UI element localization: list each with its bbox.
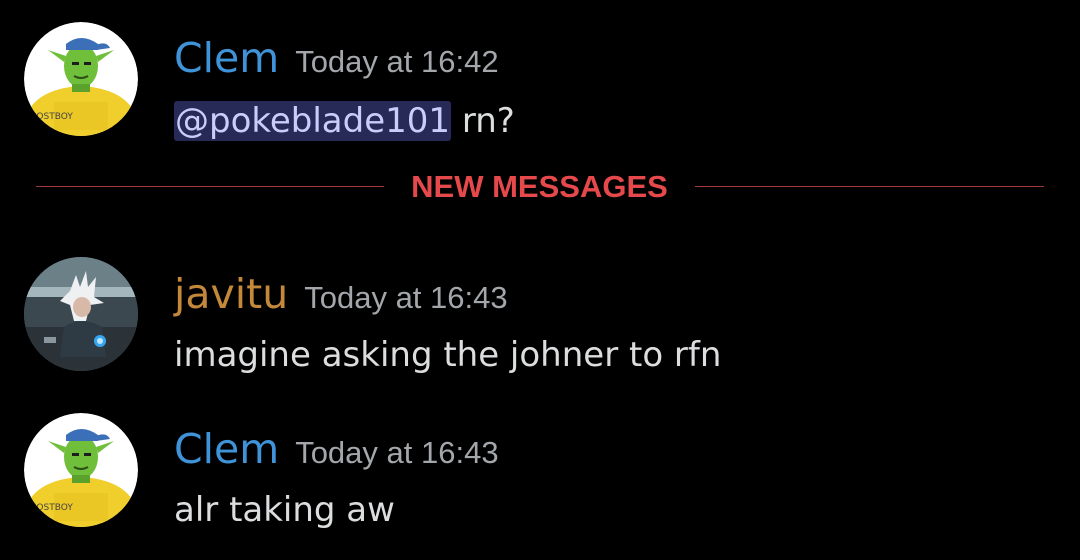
message-header: Clem Today at 16:42 (174, 34, 499, 82)
message-text: rn? (451, 101, 515, 141)
message-content: @pokeblade101 rn? (174, 101, 515, 141)
user-avatar[interactable] (24, 257, 138, 371)
new-messages-label: NEW MESSAGES (411, 169, 668, 204)
user-avatar[interactable]: POSTBOY (24, 413, 138, 527)
user-mention[interactable]: @pokeblade101 (174, 101, 452, 141)
author-name[interactable]: Clem (174, 425, 279, 473)
author-name[interactable]: Clem (174, 34, 279, 82)
new-messages-divider-line-left (36, 186, 384, 187)
new-messages-divider-line-right (695, 186, 1044, 187)
svg-text:POSTBOY: POSTBOY (31, 503, 73, 513)
message-text: imagine asking the johner to rfn (174, 335, 722, 375)
message-text: alr taking aw (174, 490, 395, 530)
user-avatar[interactable]: POSTBOY (24, 22, 138, 136)
message-header: Clem Today at 16:43 (174, 425, 499, 473)
message-header: javitu Today at 16:43 (174, 270, 508, 318)
message-content: imagine asking the johner to rfn (174, 335, 721, 375)
timestamp: Today at 16:42 (295, 44, 499, 79)
anime-character-avatar-icon (24, 257, 138, 371)
timestamp: Today at 16:43 (295, 435, 499, 470)
piccolo-avatar-icon: POSTBOY (24, 413, 138, 527)
svg-text:POSTBOY: POSTBOY (31, 112, 73, 122)
message-content: alr taking aw (174, 490, 395, 530)
piccolo-avatar-icon: POSTBOY (24, 22, 138, 136)
timestamp: Today at 16:43 (304, 280, 508, 315)
author-name[interactable]: javitu (174, 270, 288, 318)
